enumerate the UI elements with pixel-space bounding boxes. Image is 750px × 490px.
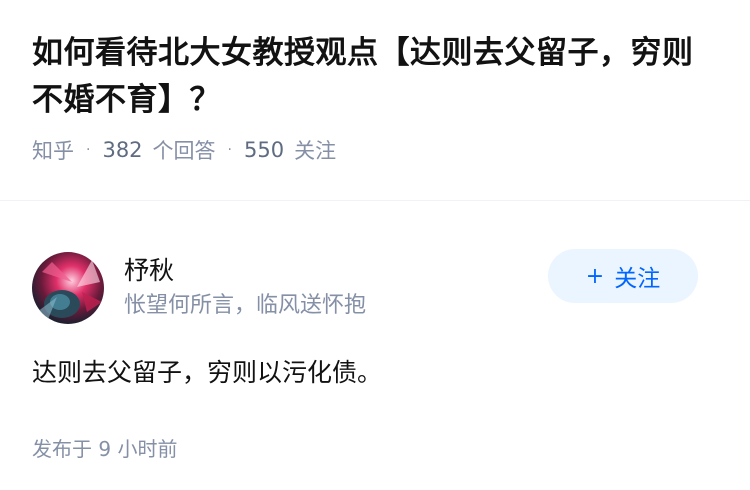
author-info: 杼秋 怅望何所言，临风送怀抱	[124, 255, 366, 320]
author-name[interactable]: 杼秋	[124, 255, 366, 288]
follow-count-label[interactable]: 关注	[294, 135, 336, 165]
author-card: 杼秋 怅望何所言，临风送怀抱 + 关注	[0, 233, 750, 343]
source-label[interactable]: 知乎	[32, 135, 74, 165]
avatar-image-icon	[32, 252, 104, 324]
separator-dot: ·	[86, 142, 91, 158]
follow-button-label: 关注	[614, 266, 661, 292]
separator-dot: ·	[227, 142, 232, 158]
answer-count: 382	[102, 138, 143, 162]
plus-icon: +	[585, 263, 605, 289]
question-meta: 知乎 · 382 个回答 · 550 关注	[32, 135, 718, 165]
answer-content[interactable]: 达则去父留子，穷则以污化债。	[0, 353, 750, 393]
section-divider	[0, 200, 750, 201]
answer-count-label[interactable]: 个回答	[153, 135, 216, 165]
question-title[interactable]: 如何看待北大女教授观点【达则去父留子，穷则不婚不育】？	[32, 30, 718, 123]
follow-button[interactable]: + 关注	[548, 249, 698, 303]
question-header: 如何看待北大女教授观点【达则去父留子，穷则不婚不育】？ 知乎 · 382 个回答…	[0, 0, 750, 170]
follow-count: 550	[244, 138, 285, 162]
author-bio: 怅望何所言，临风送怀抱	[124, 292, 367, 318]
avatar[interactable]	[32, 252, 104, 324]
publish-time: 发布于 9 小时前	[32, 437, 178, 461]
